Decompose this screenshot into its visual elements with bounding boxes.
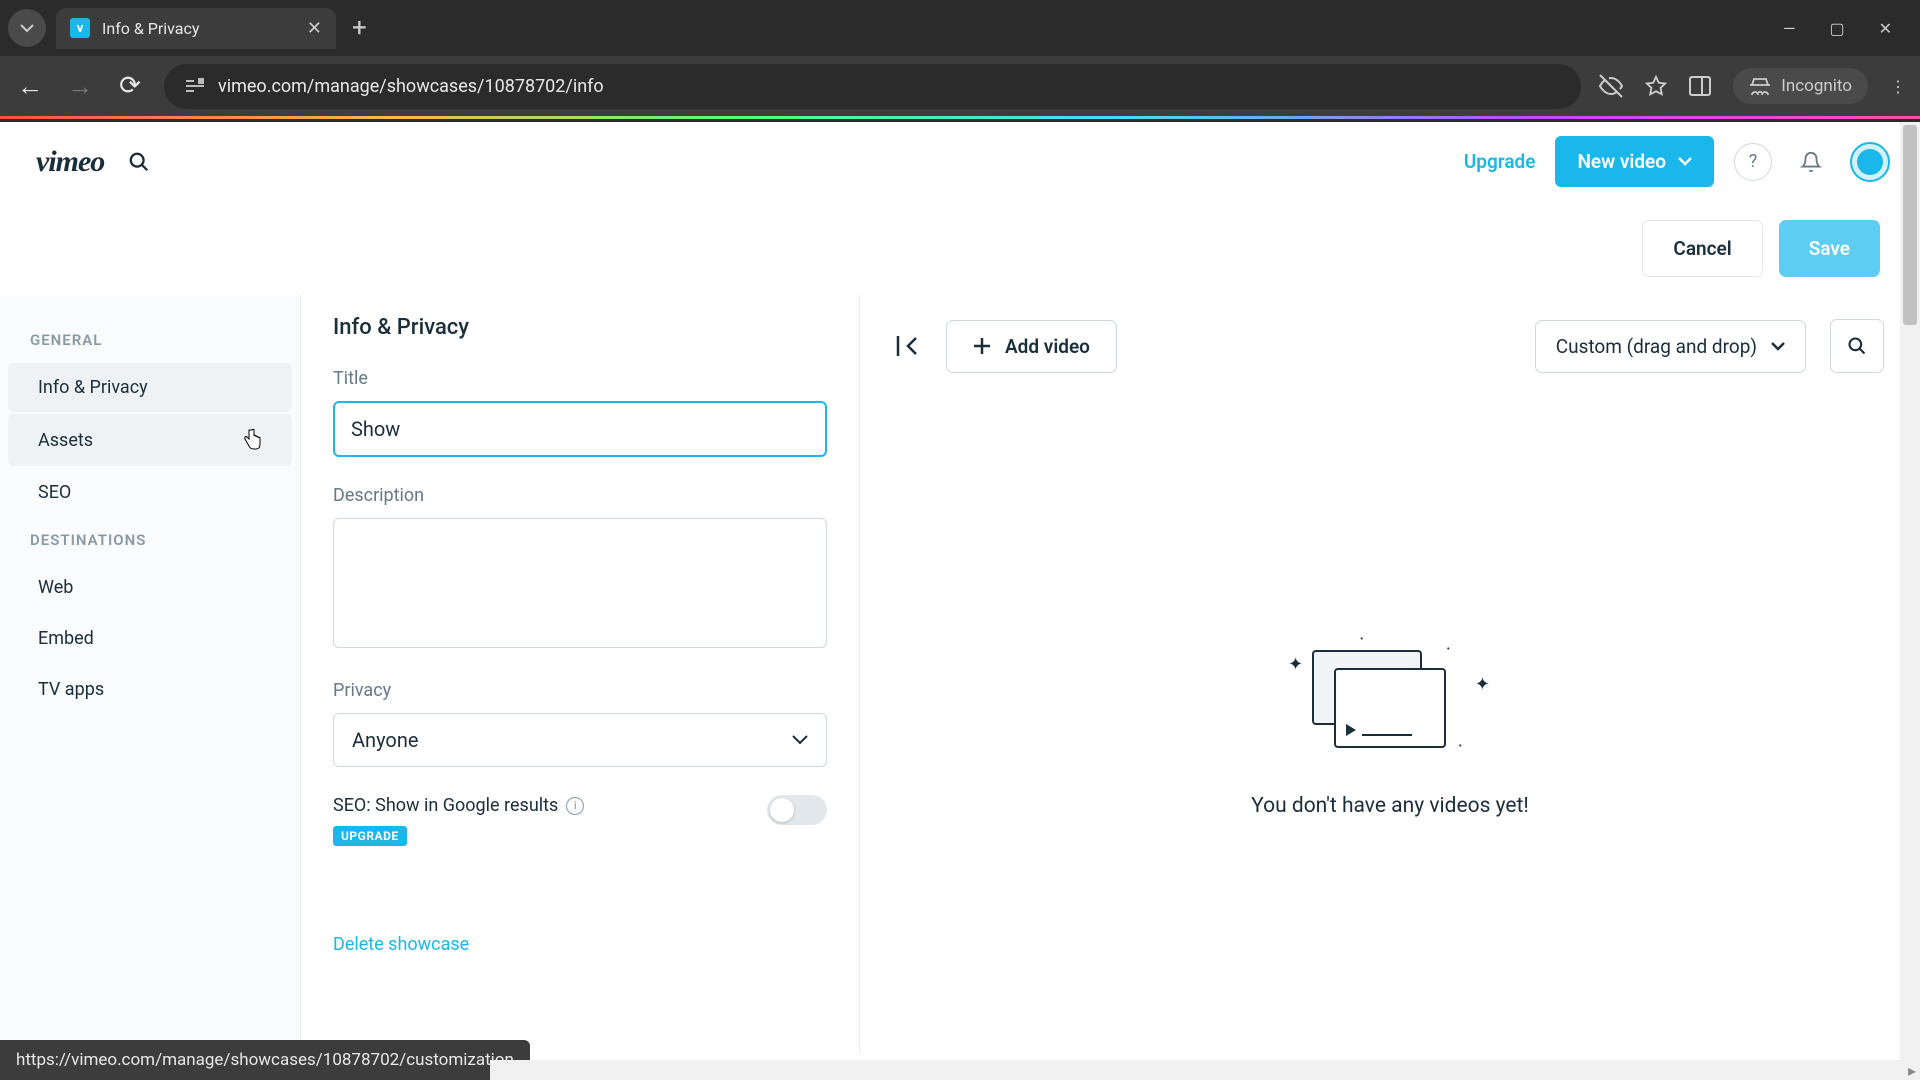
hand-cursor-icon	[242, 428, 262, 452]
vimeo-favicon: v	[70, 18, 90, 38]
sidebar-item-assets[interactable]: Assets	[8, 414, 292, 466]
forward-button[interactable]: →	[64, 71, 96, 102]
avatar-face-icon	[1857, 149, 1883, 175]
info-icon[interactable]: i	[566, 797, 584, 815]
search-icon	[1847, 336, 1867, 356]
seo-toggle[interactable]	[767, 795, 827, 825]
close-window-icon[interactable]: ✕	[1879, 19, 1892, 38]
incognito-icon	[1749, 77, 1771, 95]
privacy-select[interactable]: Anyone	[333, 713, 827, 767]
empty-illustration-icon: ✦ ✦ • • •	[1290, 624, 1490, 764]
empty-state: ✦ ✦ • • • You don't have any videos yet!	[896, 413, 1884, 1029]
search-videos-button[interactable]	[1830, 319, 1884, 373]
chevron-down-icon	[1678, 157, 1692, 166]
sidebar-item-label: SEO	[38, 482, 71, 503]
address-bar[interactable]: vimeo.com/manage/showcases/10878702/info	[164, 64, 1581, 109]
search-icon[interactable]	[128, 151, 150, 173]
sidebar-item-label: TV apps	[38, 679, 104, 700]
help-button[interactable]: ?	[1734, 143, 1772, 181]
collapse-sidebar-icon[interactable]	[896, 334, 922, 358]
page-scrollbar[interactable]	[1900, 122, 1920, 1080]
empty-state-text: You don't have any videos yet!	[1251, 794, 1529, 818]
privacy-label: Privacy	[333, 680, 827, 701]
incognito-label: Incognito	[1781, 76, 1852, 96]
site-info-icon[interactable]	[186, 78, 204, 94]
sidebar-heading-general: GENERAL	[0, 319, 300, 361]
horizontal-scrollbar[interactable]: ▸	[490, 1060, 1920, 1080]
sidebar-item-label: Info & Privacy	[38, 377, 148, 398]
chevron-down-icon	[1771, 342, 1785, 351]
reload-button[interactable]: ⟳	[114, 71, 146, 101]
tab-title: Info & Privacy	[102, 19, 199, 38]
new-tab-button[interactable]: +	[336, 9, 383, 47]
seo-label: SEO: Show in Google results	[333, 795, 558, 816]
notifications-button[interactable]	[1792, 143, 1830, 181]
sort-value: Custom (drag and drop)	[1556, 335, 1757, 358]
close-tab-icon[interactable]: ✕	[307, 18, 322, 39]
add-video-button[interactable]: Add video	[946, 320, 1117, 373]
browser-menu-icon[interactable]: ⋮	[1890, 77, 1906, 96]
video-panel: Add video Custom (drag and drop) ✦ ✦ • •…	[860, 295, 1920, 1053]
tab-list-dropdown[interactable]	[8, 9, 46, 47]
chevron-down-icon	[792, 735, 808, 745]
sidebar-heading-destinations: DESTINATIONS	[0, 519, 300, 561]
add-video-label: Add video	[1005, 335, 1090, 358]
sidebar-item-embed[interactable]: Embed	[8, 614, 292, 663]
panel-title: Info & Privacy	[333, 315, 827, 340]
sidebar-item-label: Web	[38, 577, 73, 598]
maximize-icon[interactable]: ▢	[1829, 19, 1844, 38]
description-label: Description	[333, 485, 827, 506]
delete-showcase-link[interactable]: Delete showcase	[333, 934, 469, 955]
incognito-badge[interactable]: Incognito	[1733, 68, 1868, 104]
sidebar-item-label: Embed	[38, 628, 94, 649]
upgrade-link[interactable]: Upgrade	[1464, 150, 1536, 173]
action-bar: Cancel Save	[0, 202, 1920, 295]
eye-off-icon[interactable]	[1599, 74, 1623, 98]
back-button[interactable]: ←	[14, 71, 46, 102]
rainbow-accent-bar	[0, 116, 1920, 119]
sidebar: GENERAL Info & Privacy Assets SEO DESTIN…	[0, 295, 300, 1053]
app-header: vimeo Upgrade New video ?	[0, 122, 1920, 202]
new-video-button[interactable]: New video	[1555, 136, 1714, 187]
form-panel: Info & Privacy Title Description Privacy…	[300, 295, 860, 1053]
vimeo-logo[interactable]: vimeo	[36, 145, 104, 179]
description-textarea[interactable]	[333, 518, 827, 648]
minimize-icon[interactable]: ―	[1783, 19, 1796, 38]
save-button[interactable]: Save	[1779, 220, 1880, 277]
sidebar-item-seo[interactable]: SEO	[8, 468, 292, 517]
new-video-label: New video	[1577, 150, 1666, 173]
url-text: vimeo.com/manage/showcases/10878702/info	[218, 76, 604, 97]
title-label: Title	[333, 368, 827, 389]
browser-tab[interactable]: v Info & Privacy ✕	[56, 8, 336, 49]
plus-icon	[973, 337, 991, 355]
sidebar-item-label: Assets	[38, 430, 93, 451]
sort-select[interactable]: Custom (drag and drop)	[1535, 320, 1806, 373]
upgrade-badge[interactable]: UPGRADE	[333, 826, 407, 846]
status-bar: https://vimeo.com/manage/showcases/10878…	[0, 1040, 530, 1080]
sidebar-item-info-privacy[interactable]: Info & Privacy	[8, 363, 292, 412]
cancel-button[interactable]: Cancel	[1642, 220, 1762, 277]
chevron-down-icon	[20, 24, 34, 33]
bookmark-star-icon[interactable]	[1645, 75, 1667, 97]
sidebar-item-tv-apps[interactable]: TV apps	[8, 665, 292, 714]
user-avatar[interactable]	[1850, 142, 1890, 182]
side-panel-icon[interactable]	[1689, 76, 1711, 96]
privacy-value: Anyone	[352, 728, 418, 752]
title-input[interactable]	[333, 401, 827, 457]
sidebar-item-web[interactable]: Web	[8, 563, 292, 612]
